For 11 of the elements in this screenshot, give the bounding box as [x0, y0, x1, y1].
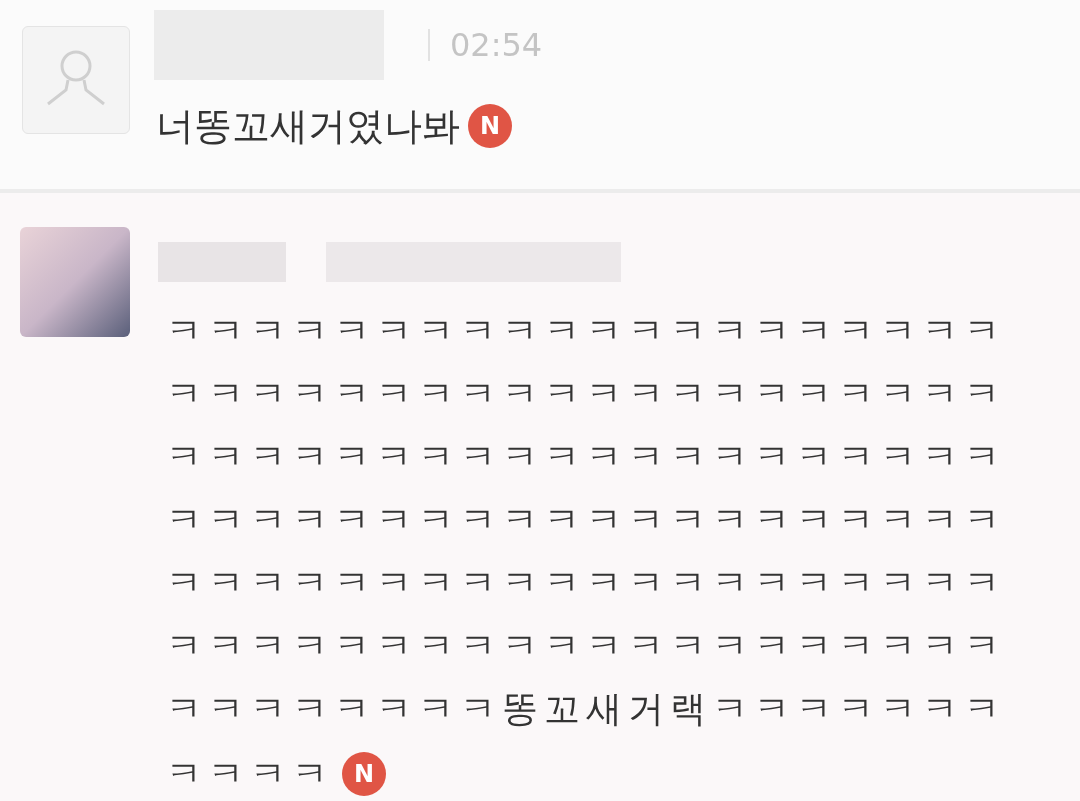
comment-text: ㅋㅋㅋㅋㅋㅋㅋㅋㅋㅋㅋㅋㅋㅋㅋㅋㅋㅋㅋㅋ	[166, 311, 1006, 351]
new-badge: N	[468, 104, 512, 148]
new-badge: N	[342, 752, 386, 796]
comment-text: 너똥꼬새거였나봐	[156, 107, 460, 145]
comment-text: ㅋㅋㅋㅋㅋㅋㅋㅋㅋㅋㅋㅋㅋㅋㅋㅋㅋㅋㅋㅋ	[166, 374, 1006, 414]
comment-text: ㅋㅋㅋㅋ	[166, 754, 334, 794]
comment-text: ㅋㅋㅋㅋㅋㅋㅋㅋㅋㅋㅋㅋㅋㅋㅋㅋㅋㅋㅋㅋ	[166, 437, 1006, 477]
comment-text: ㅋㅋㅋㅋㅋㅋㅋㅋㅋㅋㅋㅋㅋㅋㅋㅋㅋㅋㅋㅋ	[166, 626, 1006, 666]
comment-text: ㅋㅋㅋㅋㅋㅋㅋㅋ똥꼬새거랙ㅋㅋㅋㅋㅋㅋㅋ	[166, 689, 1006, 729]
comment-text: ㅋㅋㅋㅋㅋㅋㅋㅋㅋㅋㅋㅋㅋㅋㅋㅋㅋㅋㅋㅋ	[166, 563, 1006, 603]
comment-text: ㅋㅋㅋㅋㅋㅋㅋㅋㅋㅋㅋㅋㅋㅋㅋㅋㅋㅋㅋㅋ	[166, 500, 1006, 540]
